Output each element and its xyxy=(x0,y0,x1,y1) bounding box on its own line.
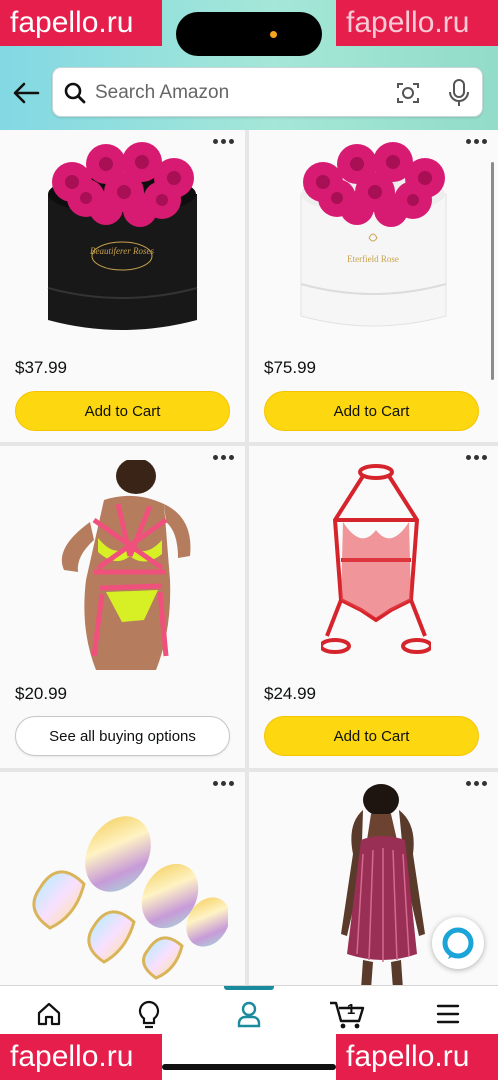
watermark: fapello.ru xyxy=(336,1034,498,1080)
product-grid: Beautiferer Roses $37.99 Add to Cart Ete… xyxy=(0,130,498,985)
scrollbar[interactable] xyxy=(491,162,494,380)
search-icon xyxy=(63,81,87,105)
more-options-icon[interactable] xyxy=(466,452,490,462)
add-to-cart-button[interactable]: Add to Cart xyxy=(264,716,479,756)
product-image-jeweled-plugs[interactable] xyxy=(18,800,230,985)
alexa-icon[interactable] xyxy=(432,917,484,969)
product-card[interactable]: $20.99 See all buying options xyxy=(0,446,245,768)
menu-icon[interactable] xyxy=(418,996,478,1032)
search-bar[interactable] xyxy=(52,67,483,117)
home-icon[interactable] xyxy=(19,996,79,1032)
product-image-red-lingerie[interactable] xyxy=(319,460,433,675)
camera-scan-icon[interactable] xyxy=(395,80,421,106)
cart-icon[interactable]: 1 xyxy=(318,996,378,1032)
box-label-text: Beautiferer Roses xyxy=(90,246,154,256)
product-price: $20.99 xyxy=(15,684,67,703)
watermark: fapello.ru xyxy=(336,0,498,46)
cart-count: 1 xyxy=(347,1001,355,1018)
more-options-icon[interactable] xyxy=(466,778,490,788)
box-label-text: Eterfield Rose xyxy=(347,254,399,264)
recording-indicator xyxy=(270,31,277,38)
home-indicator xyxy=(162,1064,336,1070)
product-image-pink-lingerie[interactable] xyxy=(44,458,204,675)
product-card[interactable]: Eterfield Rose $75.99 Add to Cart xyxy=(249,130,498,442)
lightbulb-icon[interactable] xyxy=(119,996,179,1032)
product-image-sequin-dress[interactable] xyxy=(327,784,437,985)
product-price: $24.99 xyxy=(264,684,316,703)
product-card[interactable]: $24.99 Add to Cart xyxy=(249,446,498,768)
product-price: $75.99 xyxy=(264,358,316,377)
watermark: fapello.ru xyxy=(0,0,162,46)
product-image-black-rose-box[interactable]: Beautiferer Roses xyxy=(40,136,205,349)
back-arrow-icon[interactable] xyxy=(10,78,42,108)
dynamic-island xyxy=(176,12,322,56)
product-image-white-rose-box[interactable]: Eterfield Rose xyxy=(291,134,456,347)
product-card[interactable] xyxy=(0,772,245,985)
more-options-icon[interactable] xyxy=(213,778,237,788)
product-price: $37.99 xyxy=(15,358,67,377)
more-options-icon[interactable] xyxy=(213,452,237,462)
account-icon[interactable] xyxy=(219,996,279,1032)
search-input[interactable] xyxy=(95,76,375,110)
more-options-icon[interactable] xyxy=(213,136,237,146)
more-options-icon[interactable] xyxy=(466,136,490,146)
microphone-icon[interactable] xyxy=(446,78,472,108)
product-card[interactable]: Beautiferer Roses $37.99 Add to Cart xyxy=(0,130,245,442)
see-all-buying-options-button[interactable]: See all buying options xyxy=(15,716,230,756)
add-to-cart-button[interactable]: Add to Cart xyxy=(264,391,479,431)
watermark: fapello.ru xyxy=(0,1034,162,1080)
add-to-cart-button[interactable]: Add to Cart xyxy=(15,391,230,431)
active-tab-indicator xyxy=(224,986,274,990)
